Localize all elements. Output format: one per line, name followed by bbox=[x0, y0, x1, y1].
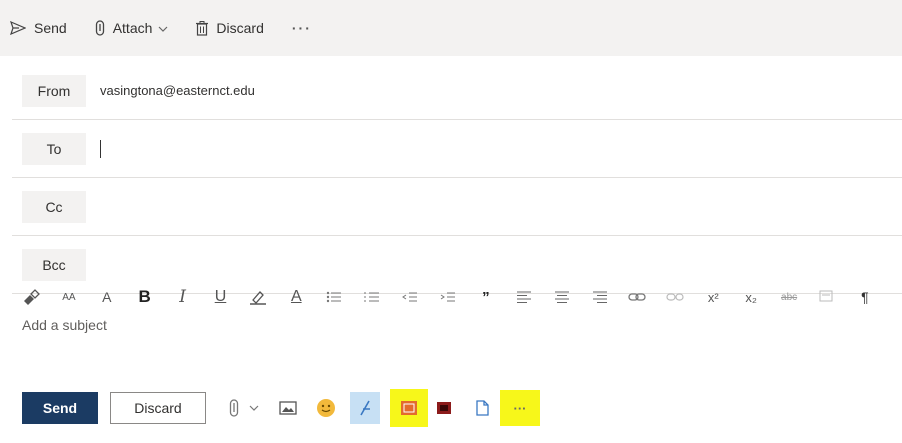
send-icon bbox=[10, 21, 26, 35]
font-size-decrease-icon[interactable]: AA bbox=[56, 285, 82, 309]
attach-chevron-down-icon[interactable] bbox=[246, 392, 262, 424]
underline-icon[interactable]: U bbox=[208, 285, 234, 309]
clear-formatting-icon[interactable] bbox=[814, 285, 840, 309]
from-label: From bbox=[37, 82, 71, 99]
insert-file-icon[interactable] bbox=[470, 392, 494, 424]
send-command-label: Send bbox=[34, 20, 67, 36]
align-right-icon[interactable] bbox=[587, 285, 613, 309]
attach-command[interactable]: Attach bbox=[95, 13, 169, 43]
insert-app-icon[interactable] bbox=[390, 389, 428, 427]
to-input-caret[interactable] bbox=[100, 139, 101, 158]
paperclip-icon bbox=[95, 20, 105, 36]
to-button[interactable]: To bbox=[22, 132, 86, 165]
italic-icon[interactable]: I bbox=[170, 285, 196, 309]
font-color-icon[interactable]: A bbox=[283, 285, 309, 309]
superscript-icon[interactable]: x² bbox=[700, 285, 726, 309]
editor-icon[interactable] bbox=[350, 392, 380, 424]
discard-command[interactable]: Discard bbox=[196, 13, 264, 43]
bullets-icon[interactable] bbox=[321, 285, 347, 309]
unlink-icon[interactable] bbox=[662, 285, 688, 309]
align-left-icon[interactable] bbox=[511, 285, 537, 309]
action-bar: Send Discard ··· bbox=[0, 376, 902, 436]
discard-button[interactable]: Discard bbox=[110, 392, 206, 424]
bold-icon[interactable]: B bbox=[132, 285, 158, 309]
cc-row: Cc bbox=[12, 178, 902, 236]
format-toolbar: AA A B I U A ” x² x₂ abc ¶ bbox=[18, 282, 890, 312]
emoji-icon[interactable] bbox=[314, 392, 338, 424]
chevron-down-icon[interactable] bbox=[158, 21, 168, 35]
attach-command-label: Attach bbox=[112, 20, 153, 36]
command-bar: Send Attach Discard ··· bbox=[0, 0, 902, 56]
video-icon[interactable] bbox=[432, 392, 456, 424]
bcc-label: Bcc bbox=[42, 256, 66, 273]
paragraph-direction-icon[interactable]: ¶ bbox=[852, 285, 878, 309]
bcc-button[interactable]: Bcc bbox=[22, 248, 86, 281]
highlight-icon[interactable] bbox=[245, 285, 271, 309]
subscript-icon[interactable]: x₂ bbox=[738, 285, 764, 309]
decrease-indent-icon[interactable] bbox=[397, 285, 423, 309]
to-label: To bbox=[46, 140, 62, 157]
quote-icon[interactable]: ” bbox=[473, 285, 499, 309]
format-painter-icon[interactable] bbox=[18, 285, 44, 309]
align-center-icon[interactable] bbox=[549, 285, 575, 309]
more-options-button[interactable]: ··· bbox=[292, 13, 312, 43]
cc-label: Cc bbox=[45, 198, 63, 215]
to-row: To bbox=[12, 120, 902, 178]
trash-icon bbox=[196, 20, 209, 36]
cc-button[interactable]: Cc bbox=[22, 190, 86, 223]
send-button[interactable]: Send bbox=[22, 392, 98, 424]
send-command[interactable]: Send bbox=[10, 13, 67, 43]
from-value: vasingtona@easternct.edu bbox=[100, 83, 255, 98]
attach-file-icon[interactable] bbox=[224, 392, 244, 424]
more-options-bottom-button[interactable]: ··· bbox=[500, 390, 540, 426]
font-size-increase-icon[interactable]: A bbox=[94, 285, 120, 309]
strikethrough-icon[interactable]: abc bbox=[776, 285, 802, 309]
insert-picture-icon[interactable] bbox=[276, 392, 300, 424]
link-icon[interactable] bbox=[625, 285, 651, 309]
discard-command-label: Discard bbox=[216, 20, 264, 36]
from-row: From vasingtona@easternct.edu bbox=[12, 62, 902, 120]
increase-indent-icon[interactable] bbox=[435, 285, 461, 309]
subject-input[interactable]: Add a subject bbox=[22, 317, 107, 333]
numbering-icon[interactable] bbox=[359, 285, 385, 309]
from-button[interactable]: From bbox=[22, 74, 86, 107]
